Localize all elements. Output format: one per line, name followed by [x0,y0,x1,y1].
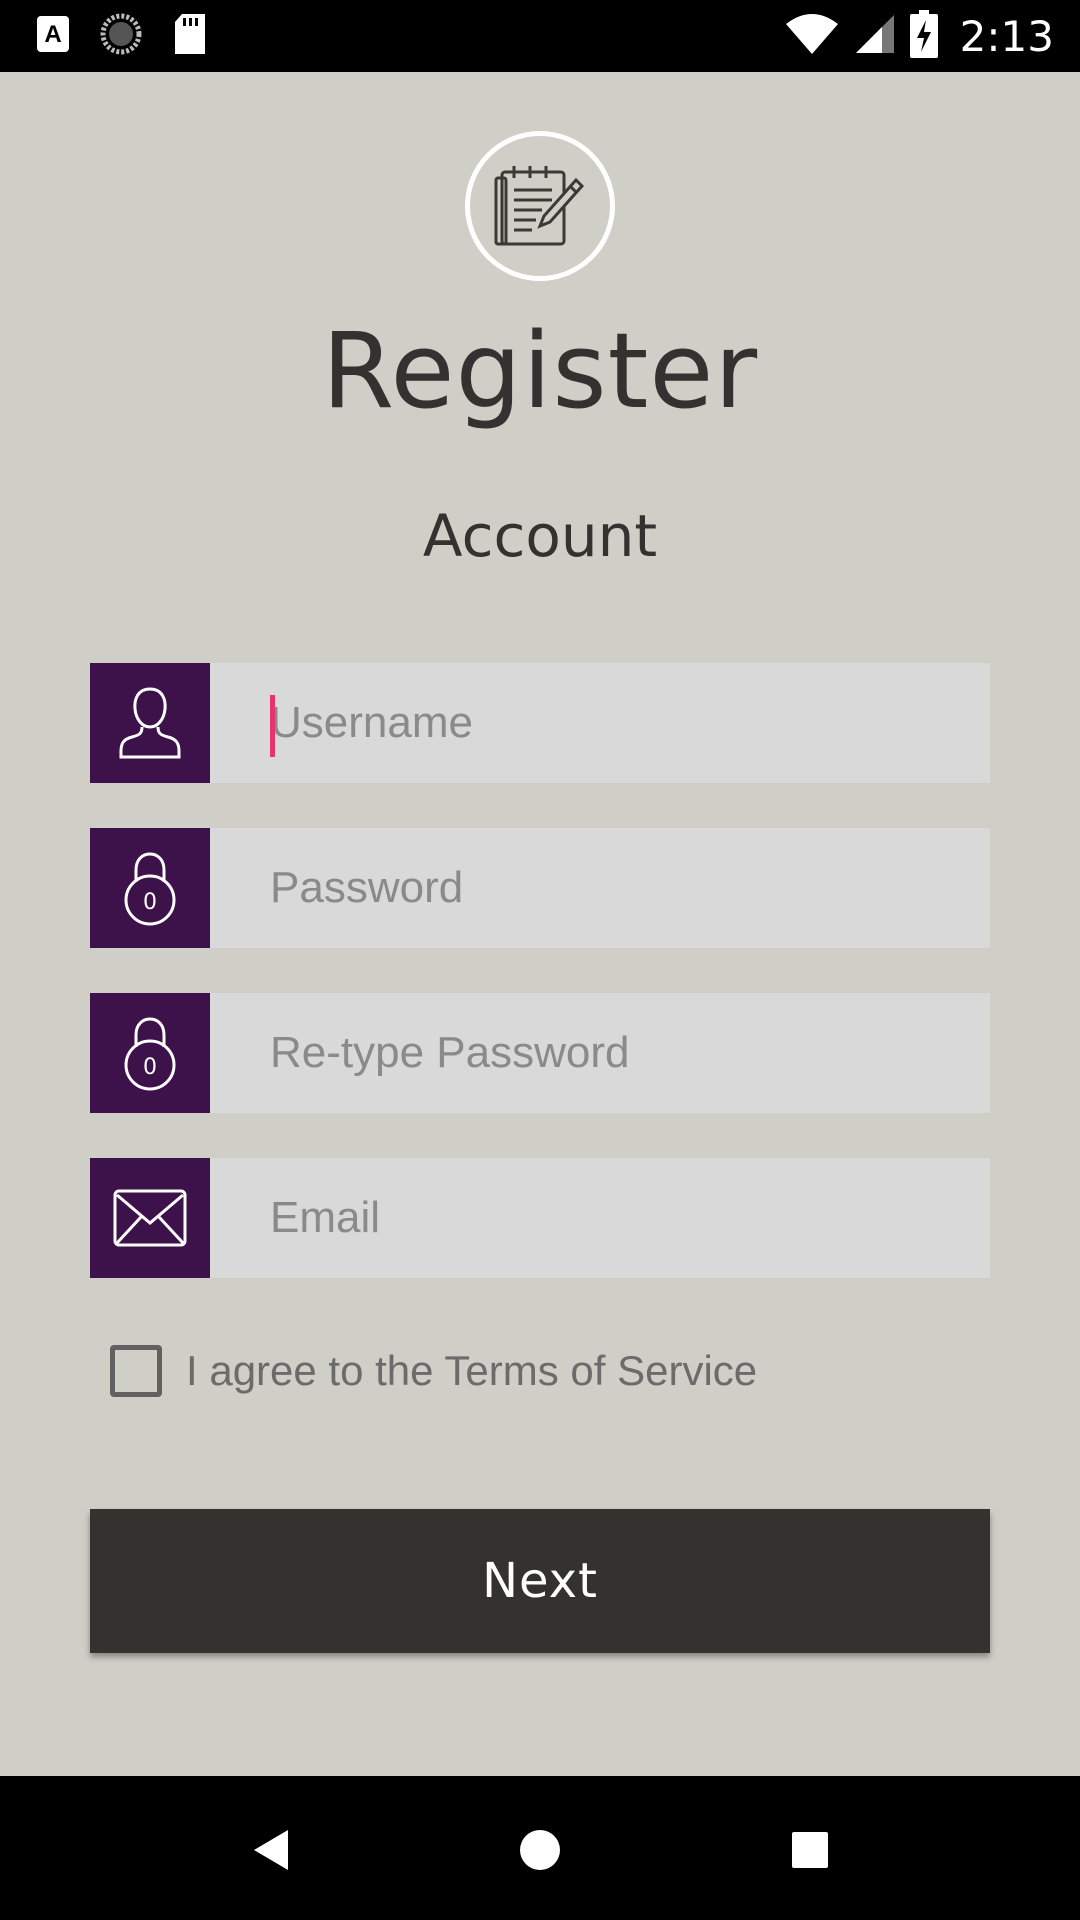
home-icon[interactable] [510,1820,570,1880]
navigation-bar [0,1776,1080,1920]
sync-icon [100,13,142,60]
retype-password-placeholder: Re-type Password [270,1028,630,1077]
lock-icon: 0 [90,828,210,948]
retype-password-input[interactable]: Re-type Password [210,993,990,1113]
username-field[interactable]: Username [90,663,990,783]
password-field[interactable]: 0 Password [90,828,990,948]
email-placeholder: Email [270,1193,381,1242]
next-button[interactable]: Next [90,1509,990,1653]
terms-row[interactable]: I agree to the Terms of Service [110,1344,757,1398]
lock-icon: 0 [90,993,210,1113]
username-input[interactable]: Username [210,663,990,783]
email-input[interactable]: Email [210,1158,990,1278]
sd-card-icon [172,13,208,60]
wifi-icon [784,12,840,61]
password-input[interactable]: Password [210,828,990,948]
username-placeholder: Username [270,698,473,747]
text-caret [270,695,275,757]
status-bar: A 2:13 [0,0,1080,72]
terms-checkbox[interactable] [110,1345,162,1397]
status-time: 2:13 [959,11,1054,61]
notepad-pencil-icon [492,156,588,257]
password-placeholder: Password [270,863,464,912]
register-logo [465,131,615,281]
battery-charging-icon [909,9,938,63]
svg-text:A: A [44,21,61,48]
recents-icon[interactable] [780,1820,840,1880]
cellular-signal-icon [854,13,896,60]
terms-label[interactable]: I agree to the Terms of Service [186,1347,757,1395]
page-title: Register [321,310,759,432]
retype-password-field[interactable]: 0 Re-type Password [90,993,990,1113]
svg-text:0: 0 [143,1055,157,1080]
back-icon[interactable] [240,1820,300,1880]
email-field[interactable]: Email [90,1158,990,1278]
app-a-icon: A [36,15,70,58]
section-subtitle: Account [422,502,658,570]
mail-icon [90,1158,210,1278]
svg-text:0: 0 [143,890,157,915]
user-icon [90,663,210,783]
